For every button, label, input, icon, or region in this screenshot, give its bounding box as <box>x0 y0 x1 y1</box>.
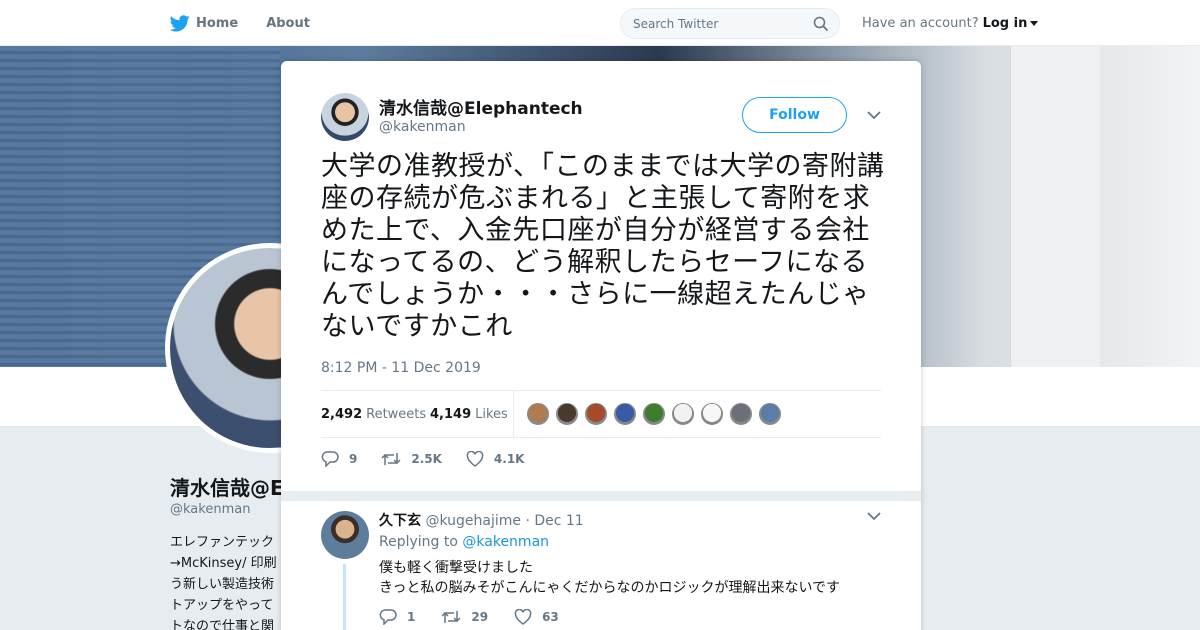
reply-header: 久下玄 @kugehajime · Dec 11 <box>379 510 584 530</box>
like-count: 4.1K <box>493 452 525 466</box>
liker-avatars <box>526 402 787 426</box>
liker-avatar[interactable] <box>555 402 579 426</box>
replies-separator <box>281 491 921 501</box>
tweet-text: 大学の准教授が、「このままでは大学の寄附講座の存続が危ぶまれる」と主張して寄附を… <box>321 151 885 342</box>
twitter-bird-icon <box>170 14 190 31</box>
reply-text-line: 僕も軽く衝撃受けました <box>379 560 533 576</box>
like-action[interactable]: 4.1K <box>466 451 525 467</box>
liker-avatar[interactable] <box>729 402 753 426</box>
reply-reply-action[interactable]: 1 <box>379 609 415 625</box>
nav-about[interactable]: About <box>266 16 310 31</box>
close-icon[interactable] <box>1155 13 1177 35</box>
account-area: Have an account? Log in <box>862 0 1039 46</box>
account-prompt: Have an account? <box>862 15 979 31</box>
reply-like-action[interactable]: 63 <box>514 609 559 625</box>
likes-stat[interactable]: 4,149 Likes <box>430 391 508 437</box>
liker-avatar[interactable] <box>584 402 608 426</box>
login-link[interactable]: Log in <box>983 16 1039 31</box>
liker-avatar[interactable] <box>671 402 695 426</box>
nav-left: Home About <box>170 0 338 46</box>
retweets-label: Retweets <box>366 406 427 422</box>
liker-avatar[interactable] <box>700 402 724 426</box>
author-handle[interactable]: @kakenman <box>379 119 466 135</box>
top-nav-bar: Home About Search Twitter Have an accoun… <box>0 0 1200 46</box>
retweet-icon <box>441 611 461 623</box>
nav-about-label: About <box>266 15 310 31</box>
search-input[interactable]: Search Twitter <box>620 8 840 39</box>
likes-label: Likes <box>475 406 508 422</box>
reply-thread-line <box>343 564 346 630</box>
retweet-count: 2.5K <box>411 452 442 466</box>
reply-reply-count: 1 <box>407 610 416 624</box>
login-label: Log in <box>982 15 1028 31</box>
retweet-icon <box>381 453 401 465</box>
tweet-actions: 9 2.5K 4.1K <box>321 449 548 469</box>
liker-avatar[interactable] <box>642 402 666 426</box>
reply-date[interactable]: · Dec 11 <box>525 513 583 529</box>
caret-down-icon <box>1030 20 1039 26</box>
reply-author-name[interactable]: 久下玄 <box>379 513 421 529</box>
reply-actions: 1 29 63 <box>379 608 585 626</box>
heart-icon <box>466 451 484 467</box>
tweet-timestamp[interactable]: 8:12 PM - 11 Dec 2019 <box>321 360 481 376</box>
chevron-down-icon[interactable] <box>867 111 881 120</box>
reply-retweet-action[interactable]: 29 <box>441 609 488 625</box>
search-icon[interactable] <box>813 16 829 32</box>
reply-chevron-down-icon[interactable] <box>867 512 881 521</box>
reply-author-avatar[interactable] <box>321 511 369 559</box>
liker-avatar[interactable] <box>613 402 637 426</box>
liker-avatar[interactable] <box>758 402 782 426</box>
heart-icon <box>514 609 532 625</box>
replying-handle-link[interactable]: @kakenman <box>462 534 549 550</box>
reply-text: 僕も軽く衝撃受けました きっと私の脳みそがこんにゃくだからなのかロジックが理解出… <box>379 558 840 598</box>
retweets-stat[interactable]: 2,492 Retweets <box>321 391 426 437</box>
tweet-stats: 2,492 Retweets 4,149 Likes <box>321 390 881 438</box>
replying-prefix: Replying to <box>379 534 458 550</box>
reply-action[interactable]: 9 <box>321 451 357 467</box>
author-name[interactable]: 清水信哉@Elephantech <box>379 94 583 119</box>
replying-to: Replying to @kakenman <box>379 534 549 550</box>
retweets-count: 2,492 <box>321 406 363 422</box>
reply-icon <box>321 451 339 467</box>
reply-author-handle[interactable]: @kugehajime <box>425 513 521 529</box>
author-avatar[interactable] <box>321 93 369 141</box>
follow-button[interactable]: Follow <box>742 97 847 133</box>
liker-avatar[interactable] <box>526 402 550 426</box>
reply-icon <box>379 609 397 625</box>
search-placeholder: Search Twitter <box>633 16 719 31</box>
reply-retweet-count: 29 <box>471 610 489 624</box>
retweet-action[interactable]: 2.5K <box>381 451 442 467</box>
reply-like-count: 63 <box>542 610 559 624</box>
reply-text-line: きっと私の脳みそがこんにゃくだからなのかロジックが理解出来ないです <box>379 580 841 596</box>
reply-count: 9 <box>349 452 358 466</box>
tweet-modal: 清水信哉@Elephantech @kakenman Follow 大学の准教授… <box>281 61 921 630</box>
stats-divider <box>513 391 514 437</box>
nav-home-label: Home <box>196 15 239 31</box>
nav-home[interactable]: Home <box>170 14 239 32</box>
likes-count: 4,149 <box>430 406 472 422</box>
